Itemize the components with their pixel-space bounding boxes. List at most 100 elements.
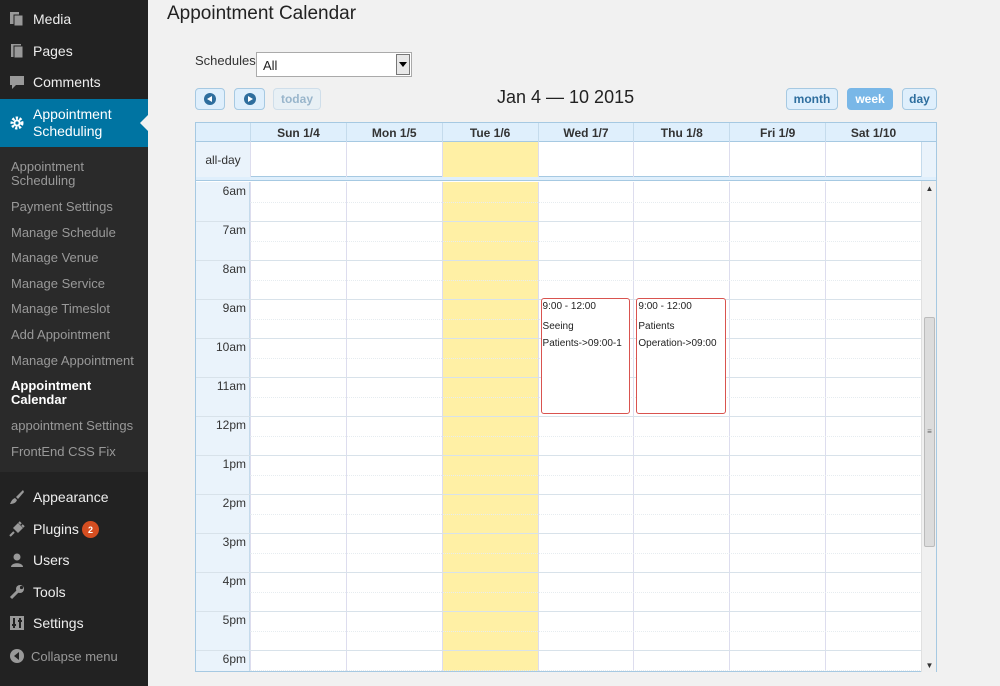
day-column[interactable] <box>345 182 442 671</box>
allday-row: all-day <box>196 142 936 177</box>
next-week-button[interactable] <box>234 88 265 110</box>
allday-cell[interactable] <box>250 142 346 177</box>
menu-item-pages[interactable]: Pages <box>0 35 148 67</box>
schedules-label: Schedules: <box>195 53 260 68</box>
scrollbar-thumb[interactable]: ≡ <box>924 317 935 547</box>
hour-label: 8am <box>222 262 246 276</box>
day-header: Mon 1/5 <box>345 123 442 142</box>
media-icon <box>9 11 25 27</box>
collapse-menu-button[interactable]: Collapse menu <box>0 640 148 672</box>
half-hour-gridline <box>250 513 922 515</box>
view-day-button[interactable]: day <box>902 88 937 110</box>
submenu-payment-settings[interactable]: Payment Settings <box>11 200 113 214</box>
hour-gridline <box>196 455 922 456</box>
allday-scroll-gutter <box>921 142 936 177</box>
allday-cell[interactable] <box>825 142 921 177</box>
day-column[interactable] <box>250 182 346 671</box>
submenu-manage-appointment[interactable]: Manage Appointment <box>11 354 134 368</box>
calendar-scrollbar[interactable]: ▲ ≡ ▼ <box>921 181 936 672</box>
calendar-event[interactable]: 9:00 - 12:00 Patients Operation->09:00 <box>636 298 727 414</box>
hour-label: 1pm <box>222 457 246 471</box>
allday-cell[interactable] <box>729 142 825 177</box>
users-icon <box>9 552 25 568</box>
hour-gridline <box>196 533 922 534</box>
hour-label: 4pm <box>222 574 246 588</box>
day-column[interactable] <box>729 182 826 671</box>
menu-item-settings[interactable]: Settings <box>0 607 148 639</box>
half-hour-gridline <box>250 630 922 632</box>
hour-gridline <box>196 494 922 495</box>
hour-label: 5pm <box>222 613 246 627</box>
allday-cell[interactable] <box>537 142 634 177</box>
schedules-select[interactable]: All <box>256 52 412 77</box>
day-column[interactable] <box>441 182 538 671</box>
submenu-manage-schedule[interactable]: Manage Schedule <box>11 226 116 240</box>
menu-item-users[interactable]: Users <box>0 544 148 576</box>
menu-item-appearance[interactable]: Appearance <box>0 481 148 513</box>
hour-label: 11am <box>216 379 246 393</box>
half-hour-gridline <box>250 279 922 281</box>
admin-sidebar: Media Pages Comments Appointment Schedul… <box>0 0 148 686</box>
prev-week-button[interactable] <box>195 88 225 110</box>
menu-label-appointment-scheduling: Appointment Scheduling <box>33 106 112 139</box>
day-header: Tue 1/6 <box>441 123 538 142</box>
submenu-appointment-settings[interactable]: appointment Settings <box>11 419 133 433</box>
submenu-frontend-css-fix[interactable]: FrontEnd CSS Fix <box>11 445 116 459</box>
submenu: Appointment Scheduling Payment Settings … <box>0 147 148 472</box>
menu-label-plugins: Plugins <box>33 521 79 537</box>
day-column[interactable] <box>537 182 634 671</box>
menu-item-appointment-scheduling[interactable]: Appointment Scheduling <box>0 99 148 147</box>
axis-header-blank <box>196 123 250 142</box>
allday-label: all-day <box>196 142 250 177</box>
hour-gridline <box>196 611 922 612</box>
hour-label: 2pm <box>222 496 246 510</box>
week-calendar: Sun 1/4 Mon 1/5 Tue 1/6 Wed 1/7 Thu 1/8 Fri 1… <box>195 122 937 672</box>
calendar-event[interactable]: 9:00 - 12:00 Seeing Patients->09:00-1 <box>540 298 631 414</box>
menu-label-tools: Tools <box>33 584 66 600</box>
allday-cell[interactable] <box>441 142 538 177</box>
submenu-appointment-calendar[interactable]: Appointment Calendar <box>11 379 91 407</box>
menu-label-comments: Comments <box>33 74 101 90</box>
half-hour-gridline <box>250 669 922 671</box>
menu-label-pages: Pages <box>33 43 73 59</box>
submenu-manage-timeslot[interactable]: Manage Timeslot <box>11 302 110 316</box>
brush-icon <box>9 489 25 505</box>
settings-icon <box>9 615 25 631</box>
current-menu-arrow <box>140 115 148 131</box>
hour-gridline <box>196 221 922 222</box>
submenu-manage-service[interactable]: Manage Service <box>11 277 105 291</box>
allday-cell[interactable] <box>633 142 729 177</box>
today-button[interactable]: today <box>273 88 321 110</box>
view-month-button[interactable]: month <box>786 88 838 110</box>
comments-icon <box>9 74 25 90</box>
day-column[interactable] <box>633 182 730 671</box>
chevron-down-icon[interactable] <box>396 54 410 75</box>
submenu-appointment-scheduling[interactable]: Appointment Scheduling <box>11 160 84 188</box>
time-grid: 6am 7am 8am 9am 10am 11am 12pm 1pm 2pm 3pm 4pm 5pm 6… <box>196 182 922 671</box>
day-header: Thu 1/8 <box>633 123 729 142</box>
half-hour-gridline <box>250 552 922 554</box>
menu-item-tools[interactable]: Tools <box>0 576 148 608</box>
menu-item-media[interactable]: Media <box>0 3 148 35</box>
hour-label: 7am <box>222 223 246 237</box>
collapse-arrow-icon <box>9 648 25 664</box>
menu-item-plugins[interactable]: Plugins 2 <box>0 513 148 545</box>
scroll-down-arrow-icon[interactable]: ▼ <box>922 658 937 672</box>
half-hour-gridline <box>250 474 922 476</box>
menu-item-comments[interactable]: Comments <box>0 66 148 98</box>
view-week-button[interactable]: week <box>847 88 893 110</box>
day-header: Wed 1/7 <box>537 123 634 142</box>
menu-label-appearance: Appearance <box>33 489 109 505</box>
half-hour-gridline <box>250 201 922 203</box>
page-title: Appointment Calendar <box>167 3 357 24</box>
scroll-up-arrow-icon[interactable]: ▲ <box>922 181 937 195</box>
pages-icon <box>9 43 25 59</box>
submenu-add-appointment[interactable]: Add Appointment <box>11 328 110 342</box>
submenu-manage-venue[interactable]: Manage Venue <box>11 251 98 265</box>
day-column[interactable] <box>825 182 921 671</box>
hour-label: 6pm <box>222 652 246 666</box>
allday-cell[interactable] <box>345 142 442 177</box>
hour-label: 10am <box>215 340 246 354</box>
plugins-update-badge: 2 <box>82 521 99 538</box>
hour-label: 9am <box>222 301 246 315</box>
